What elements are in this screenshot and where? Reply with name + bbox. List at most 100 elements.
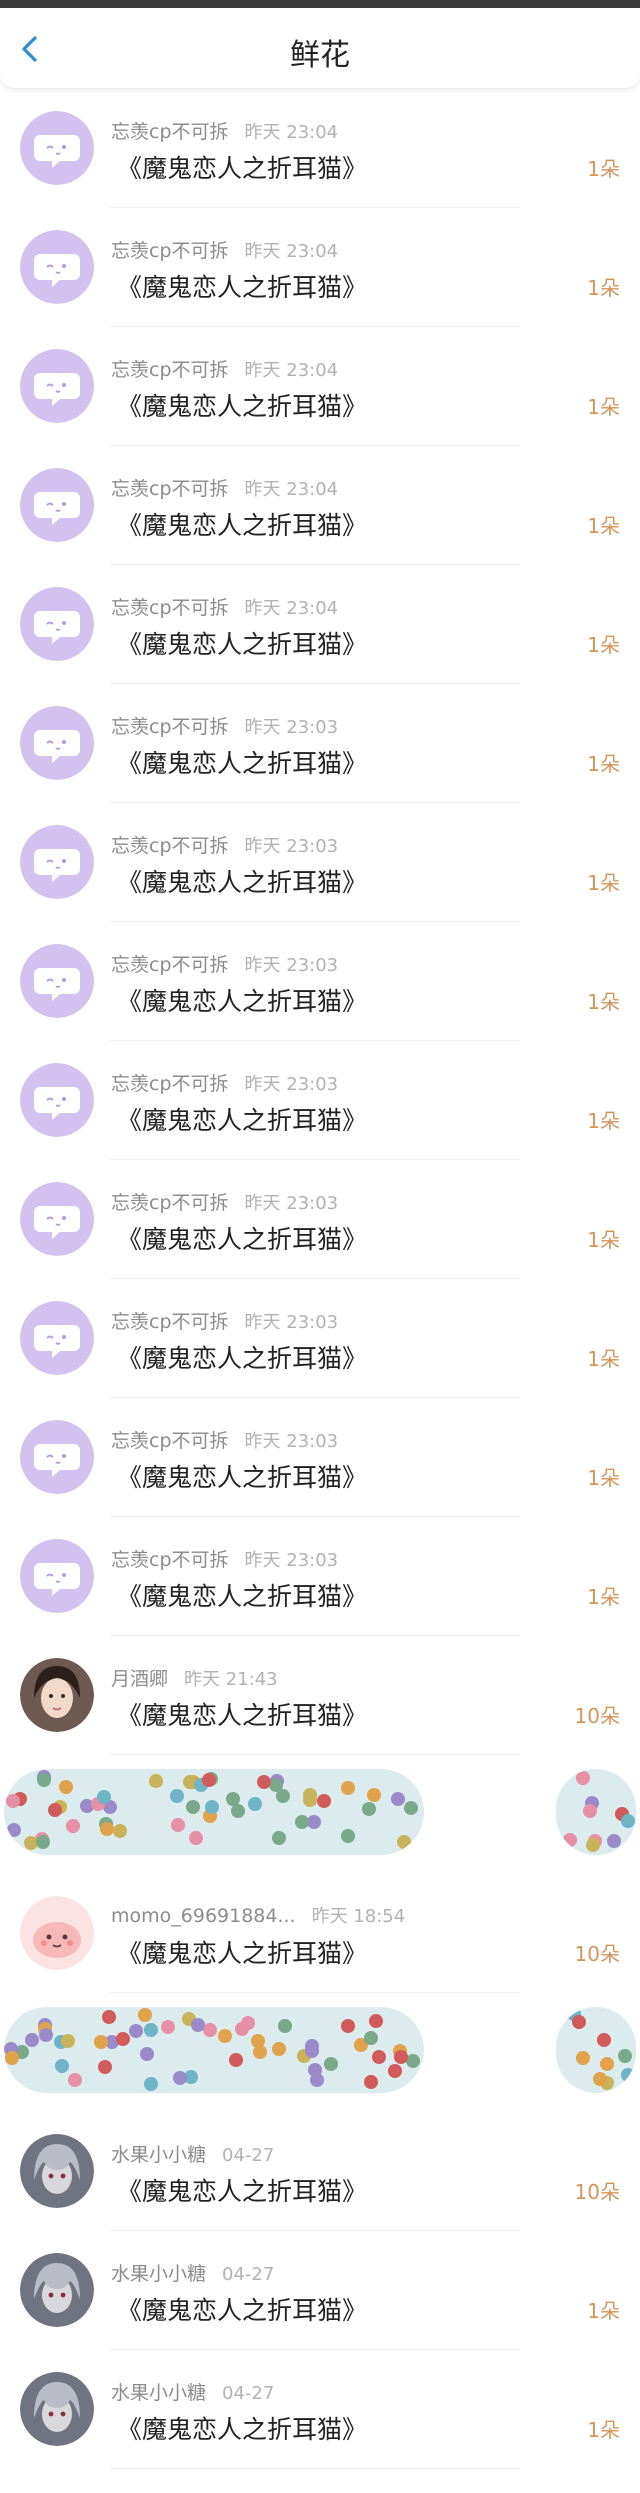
timestamp: 04-27 [222,2383,275,2404]
avatar[interactable] [20,1420,94,1494]
redaction-dot [191,2018,205,2032]
avatar[interactable] [20,1539,94,1613]
status-bar [0,0,640,8]
redaction-dot [253,2045,267,2059]
user-name: 忘羡cp不可拆 昨天 23:03 [111,950,338,977]
avatar[interactable] [20,706,94,780]
list-item[interactable]: 忘羡cp不可拆 昨天 23:04 《魔鬼恋人之折耳猫》 1朵 [0,565,640,684]
redaction-dot [149,1774,163,1788]
user-name: 忘羡cp不可拆 昨天 23:03 [111,712,338,739]
user-name-text: 水果小小糖 [111,2382,207,2404]
default-chat-icon [20,825,94,899]
user-name-text: momo_69691884... [111,1905,296,1927]
timestamp: 昨天 21:43 [184,1669,278,1690]
list-item[interactable]: 忘羡cp不可拆 昨天 23:03 《魔鬼恋人之折耳猫》 1朵 [0,922,640,1041]
redaction-dot [583,1804,597,1818]
avatar[interactable] [20,1063,94,1137]
redaction-dot [186,1800,200,1814]
list-item[interactable]: 月酒卿 昨天 21:43 《魔鬼恋人之折耳猫》 10朵 [0,1636,640,1755]
redaction-dot [229,2053,243,2067]
book-title: 《魔鬼恋人之折耳猫》 [117,1106,368,1135]
redacted-row [0,1993,640,2112]
redaction-dot [144,2077,158,2091]
list-item[interactable]: 忘羡cp不可拆 昨天 23:03 《魔鬼恋人之折耳猫》 1朵 [0,1398,640,1517]
avatar[interactable] [20,230,94,304]
timestamp: 昨天 23:03 [244,1312,339,1333]
user-name: momo_69691884... 昨天 18:54 [111,1902,405,1928]
redaction-dot [600,2057,614,2071]
redaction-dot [364,2075,378,2089]
list-item[interactable]: 忘羡cp不可拆 昨天 23:03 《魔鬼恋人之折耳猫》 1朵 [0,684,640,803]
list-item[interactable]: 忘羡cp不可拆 昨天 23:03 《魔鬼恋人之折耳猫》 1朵 [0,1279,640,1398]
list-item[interactable]: 忘羡cp不可拆 昨天 23:03 《魔鬼恋人之折耳猫》 1朵 [0,1041,640,1160]
default-chat-icon [20,1539,94,1613]
list-item[interactable]: 忘羡cp不可拆 昨天 23:04 《魔鬼恋人之折耳猫》 1朵 [0,89,640,208]
avatar[interactable] [20,825,94,899]
avatar[interactable] [20,2134,94,2208]
user-name-text: 忘羡cp不可拆 [111,1430,229,1452]
avatar[interactable] [20,111,94,185]
redaction-dot [593,2072,607,2086]
flower-count: 10朵 [574,2180,620,2204]
avatar[interactable] [20,1896,94,1970]
redaction-dot [68,2073,82,2087]
redaction-dot [5,2051,19,2065]
timestamp: 昨天 23:04 [244,360,339,381]
flower-count: 1朵 [587,1347,620,1371]
list-item[interactable]: 忘羡cp不可拆 昨天 23:04 《魔鬼恋人之折耳猫》 1朵 [0,446,640,565]
redaction-dot [55,2059,69,2073]
redaction-dot [66,1819,80,1833]
flower-count: 1朵 [587,2418,620,2442]
avatar[interactable] [20,1658,94,1732]
redaction-dot [231,1804,245,1818]
book-title: 《魔鬼恋人之折耳猫》 [117,1344,368,1373]
pink-cartoon-icon [20,1896,94,1970]
list-item[interactable]: 水果小小糖 04-27 《魔鬼恋人之折耳猫》 10朵 [0,2112,640,2231]
book-title: 《魔鬼恋人之折耳猫》 [117,630,368,659]
book-title: 《魔鬼恋人之折耳猫》 [117,2177,368,2206]
redaction-dot [341,1829,355,1843]
redaction-dot [618,2049,632,2063]
redaction-dot [388,2064,402,2078]
avatar[interactable] [20,2372,94,2446]
list-item[interactable]: 忘羡cp不可拆 昨天 23:03 《魔鬼恋人之折耳猫》 1朵 [0,1517,640,1636]
flower-count: 1朵 [587,1466,620,1490]
flower-count: 1朵 [587,1585,620,1609]
redaction-dot [576,2051,590,2065]
redaction-dot [39,2028,53,2042]
redaction-dot [25,2033,39,2047]
book-title: 《魔鬼恋人之折耳猫》 [117,1939,368,1968]
redaction-dot [226,1792,240,1806]
redaction-dot [102,2010,116,2024]
default-chat-icon [20,468,94,542]
redaction-dot [189,1831,203,1845]
book-title: 《魔鬼恋人之折耳猫》 [117,154,368,183]
list-item[interactable]: 忘羡cp不可拆 昨天 23:03 《魔鬼恋人之折耳猫》 1朵 [0,803,640,922]
list-item[interactable]: 水果小小糖 04-27 《魔鬼恋人之折耳猫》 1朵 [0,2350,640,2469]
list-item[interactable]: 水果小小糖 04-27 《魔鬼恋人之折耳猫》 1朵 [0,2231,640,2350]
user-name: 水果小小糖 04-27 [111,2378,274,2405]
list-item[interactable]: momo_69691884... 昨天 18:54 《魔鬼恋人之折耳猫》 10朵 [0,1874,640,1993]
avatar[interactable] [20,1301,94,1375]
redaction-dot [278,2019,292,2033]
redaction-dot [576,1771,590,1785]
default-chat-icon [20,587,94,661]
timestamp: 昨天 23:03 [244,955,339,976]
redaction-dot [404,1801,418,1815]
timestamp: 昨天 23:03 [244,717,339,738]
list-item[interactable]: 忘羡cp不可拆 昨天 23:03 《魔鬼恋人之折耳猫》 1朵 [0,1160,640,1279]
user-name-text: 忘羡cp不可拆 [111,597,229,619]
avatar[interactable] [20,468,94,542]
list-item[interactable]: 忘羡cp不可拆 昨天 23:04 《魔鬼恋人之折耳猫》 1朵 [0,327,640,446]
redaction-dot [310,2073,324,2087]
avatar[interactable] [20,2253,94,2327]
default-chat-icon [20,349,94,423]
avatar[interactable] [20,944,94,1018]
timestamp: 昨天 23:03 [244,1550,339,1571]
avatar[interactable] [20,349,94,423]
avatar[interactable] [20,1182,94,1256]
list-item[interactable]: 忘羡cp不可拆 昨天 23:04 《魔鬼恋人之折耳猫》 1朵 [0,208,640,327]
book-title: 《魔鬼恋人之折耳猫》 [117,1582,368,1611]
redaction-dot [317,1794,331,1808]
avatar[interactable] [20,587,94,661]
